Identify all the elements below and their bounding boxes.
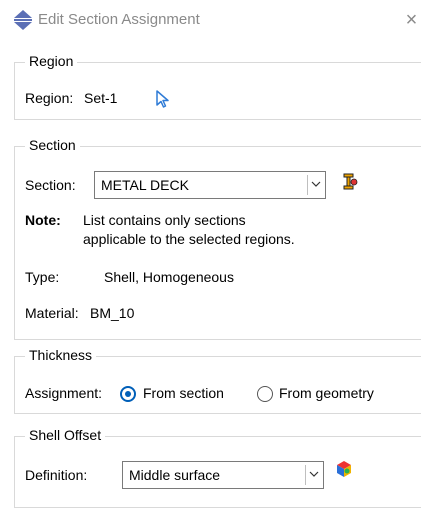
chevron-down-icon[interactable] bbox=[307, 175, 323, 195]
arrow-pointer-icon[interactable] bbox=[155, 89, 171, 112]
region-value: Set-1 bbox=[84, 90, 118, 106]
section-manager-icon[interactable] bbox=[339, 172, 359, 195]
from-section-label[interactable]: From section bbox=[143, 385, 224, 401]
color-cube-icon[interactable] bbox=[335, 460, 353, 481]
material-value: BM_10 bbox=[90, 305, 135, 321]
title-bar: Edit Section Assignment × bbox=[0, 0, 421, 40]
section-group: Section Section: METAL DECK Note: List c… bbox=[14, 137, 421, 340]
material-label: Material: bbox=[25, 305, 79, 321]
section-legend: Section bbox=[25, 137, 80, 153]
window-title: Edit Section Assignment bbox=[38, 11, 200, 28]
chevron-down-icon[interactable] bbox=[305, 465, 321, 485]
definition-select[interactable]: Middle surface bbox=[122, 461, 324, 489]
section-select-value: METAL DECK bbox=[101, 177, 189, 193]
note-line-1: List contains only sections bbox=[83, 212, 246, 228]
section-select[interactable]: METAL DECK bbox=[94, 171, 326, 199]
note-line-2: applicable to the selected regions. bbox=[83, 231, 295, 247]
note-label: Note: bbox=[25, 212, 61, 228]
definition-label: Definition: bbox=[25, 467, 88, 483]
from-geometry-radio[interactable] bbox=[257, 386, 273, 402]
shell-offset-group: Shell Offset Definition: Middle surface bbox=[14, 427, 421, 508]
from-section-radio[interactable] bbox=[120, 386, 136, 402]
region-group: Region Region: Set-1 bbox=[14, 53, 421, 120]
shell-offset-legend: Shell Offset bbox=[25, 427, 106, 443]
assignment-label: Assignment: bbox=[25, 385, 103, 401]
from-geometry-label[interactable]: From geometry bbox=[279, 385, 374, 401]
type-value: Shell, Homogeneous bbox=[104, 269, 234, 285]
close-button[interactable]: × bbox=[402, 6, 421, 34]
thickness-group: Thickness Assignment: From section From … bbox=[14, 347, 421, 414]
region-legend: Region bbox=[25, 53, 78, 69]
thickness-legend: Thickness bbox=[25, 347, 97, 363]
section-label: Section: bbox=[25, 177, 76, 193]
edit-section-assignment-dialog: Edit Section Assignment × Region Region:… bbox=[0, 0, 421, 508]
region-label: Region: bbox=[25, 90, 74, 106]
abaqus-app-icon bbox=[14, 10, 32, 30]
definition-select-value: Middle surface bbox=[129, 467, 221, 483]
type-label: Type: bbox=[25, 269, 60, 285]
